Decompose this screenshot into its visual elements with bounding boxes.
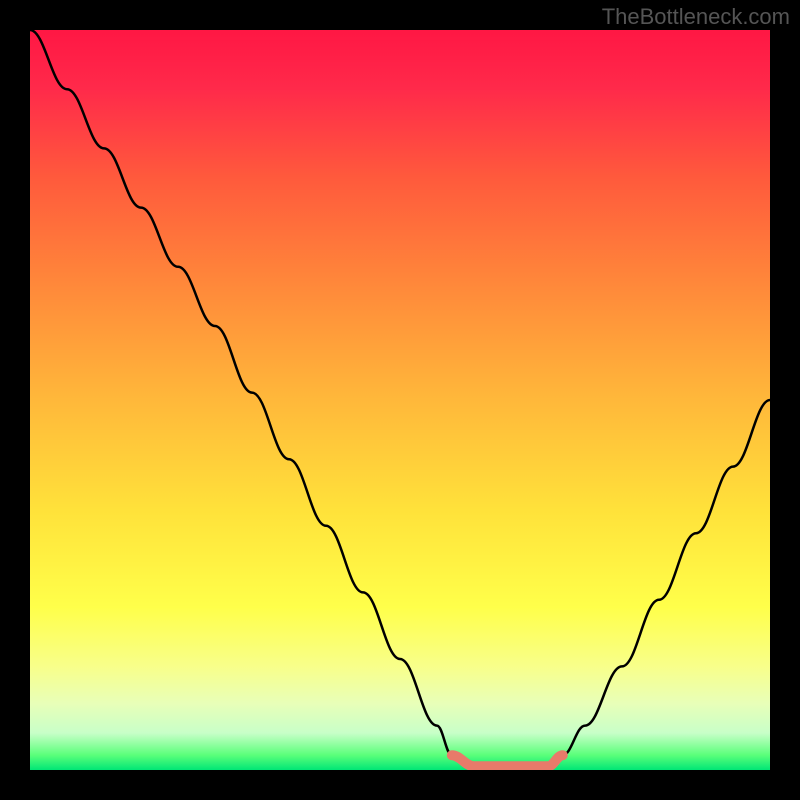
optimal-zone-marker [452,755,563,766]
watermark-text: TheBottleneck.com [602,4,790,30]
bottleneck-curve [30,30,770,766]
chart-curves [30,30,770,770]
chart-plot-area [30,30,770,770]
